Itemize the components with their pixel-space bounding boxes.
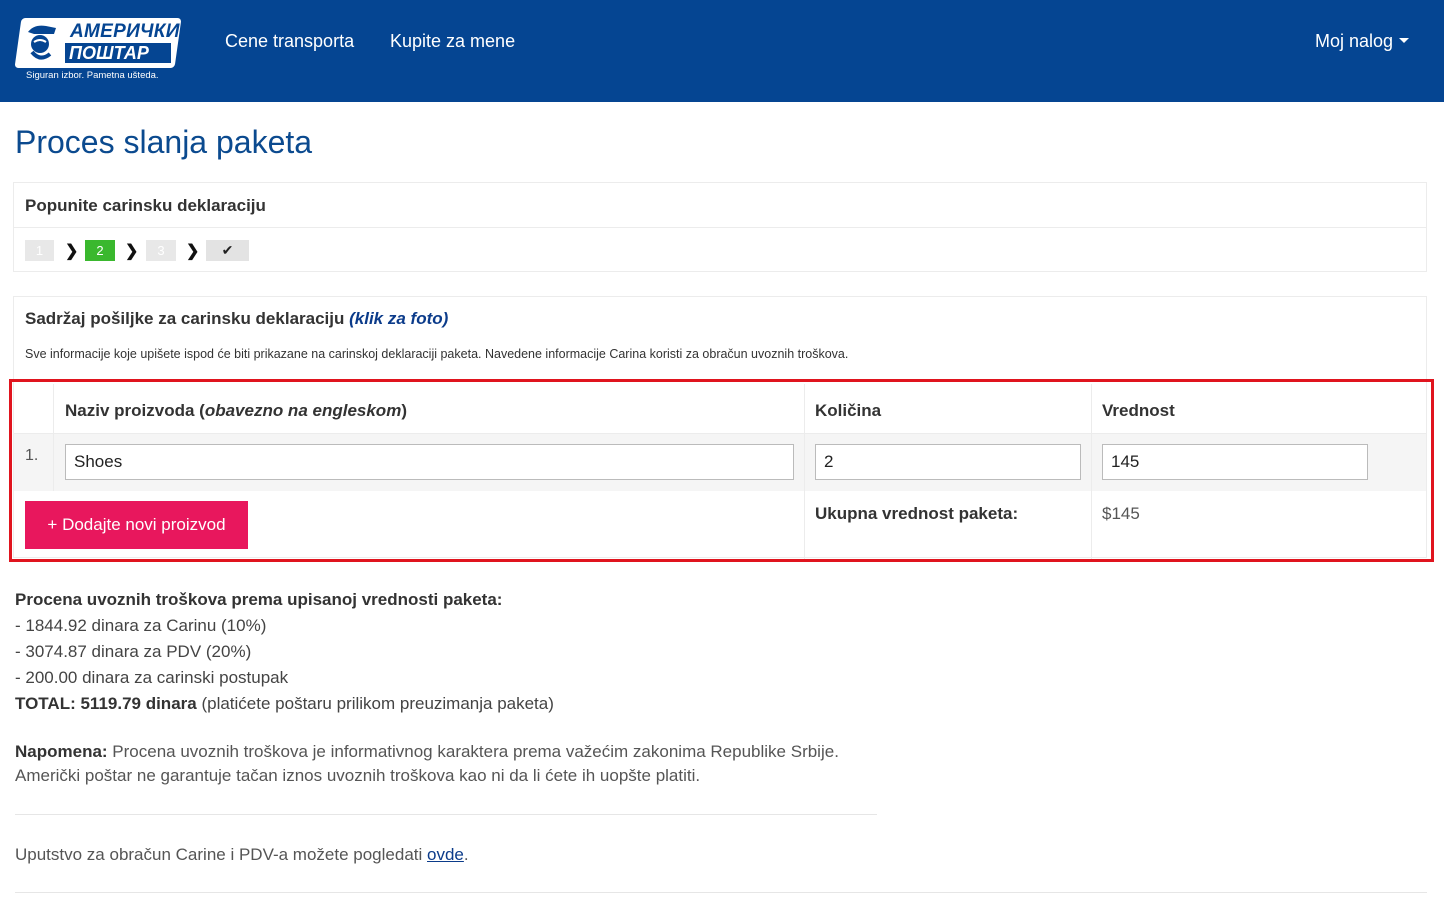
step-done-check-icon: ✔ bbox=[206, 240, 249, 261]
guide-text-body: Uputstvo za obračun Carine i PDV-a možet… bbox=[15, 845, 428, 864]
declaration-description: Sve informacije koje upišete ispod će bi… bbox=[25, 347, 849, 361]
account-label: Moj nalog bbox=[1315, 31, 1394, 51]
logo-text-line1: АМЕРИЧКИ bbox=[70, 21, 180, 42]
guide-link[interactable]: ovde bbox=[427, 845, 464, 864]
estimate-line-vat: - 3074.87 dinara za PDV (20%) bbox=[15, 642, 252, 661]
chevron-right-icon: ❯ bbox=[186, 243, 200, 260]
nav-link-shipping-prices[interactable]: Cene transporta bbox=[225, 31, 354, 52]
chevron-right-icon: ❯ bbox=[65, 243, 79, 260]
estimate-total-amount: TOTAL: 5119.79 dinara bbox=[15, 694, 197, 713]
divider bbox=[15, 892, 1427, 893]
note-line1: Procena uvoznih troškova je informativno… bbox=[107, 742, 839, 761]
step-3: 3 bbox=[146, 240, 176, 261]
estimate-total-note: (platićete poštaru prilikom preuzimanja … bbox=[196, 694, 554, 713]
mailman-face-icon bbox=[28, 25, 56, 60]
photo-link[interactable]: (klik za foto) bbox=[349, 309, 448, 328]
estimate-heading: Procena uvoznih troškova prema upisanoj … bbox=[15, 590, 503, 609]
estimate-total: TOTAL: 5119.79 dinara (platićete poštaru… bbox=[15, 691, 554, 717]
logo-text-line2: ПОШТАР bbox=[69, 43, 149, 63]
import-cost-estimate: Procena uvoznih troškova prema upisanoj … bbox=[15, 587, 554, 717]
steps-panel-heading: Popunite carinsku deklaraciju bbox=[14, 183, 1426, 228]
step-2-active: 2 bbox=[85, 240, 115, 261]
caret-down-icon bbox=[1399, 37, 1410, 43]
divider bbox=[15, 814, 877, 815]
note-label: Napomena: bbox=[15, 742, 108, 761]
estimate-line-procedure: - 200.00 dinara za carinski postupak bbox=[15, 668, 289, 687]
logo-tagline: Siguran izbor. Pametna ušteda. bbox=[26, 70, 159, 81]
logo-text-line2-box: ПОШТАР bbox=[65, 43, 171, 63]
nav-link-buy-for-me[interactable]: Kupite za mene bbox=[390, 31, 515, 52]
highlight-box bbox=[9, 379, 1434, 562]
guide-text: Uputstvo za obračun Carine i PDV-a možet… bbox=[15, 845, 469, 865]
step-1: 1 bbox=[25, 240, 54, 261]
guide-text-end: . bbox=[463, 845, 469, 864]
declaration-heading: Sadržaj pošiljke za carinsku deklaraciju… bbox=[25, 309, 448, 329]
page-title: Proces slanja paketa bbox=[15, 124, 313, 160]
disclaimer-note: Napomena: Procena uvoznih troškova je in… bbox=[15, 740, 839, 788]
declaration-heading-text: Sadržaj pošiljke za carinsku deklaraciju bbox=[25, 309, 350, 328]
estimate-line-customs: - 1844.92 dinara za Carinu (10%) bbox=[15, 616, 267, 635]
note-line2: Američki poštar ne garantuje tačan iznos… bbox=[15, 766, 701, 785]
top-navbar: АМЕРИЧКИ ПОШТАР Siguran izbor. Pametna u… bbox=[0, 0, 1444, 102]
account-dropdown[interactable]: Moj nalog bbox=[1315, 31, 1410, 52]
brand-logo[interactable]: АМЕРИЧКИ ПОШТАР Siguran izbor. Pametna u… bbox=[14, 18, 182, 84]
chevron-right-icon: ❯ bbox=[125, 243, 139, 260]
steps-panel: Popunite carinsku deklaraciju 1 ❯ 2 ❯ 3 … bbox=[13, 182, 1427, 272]
